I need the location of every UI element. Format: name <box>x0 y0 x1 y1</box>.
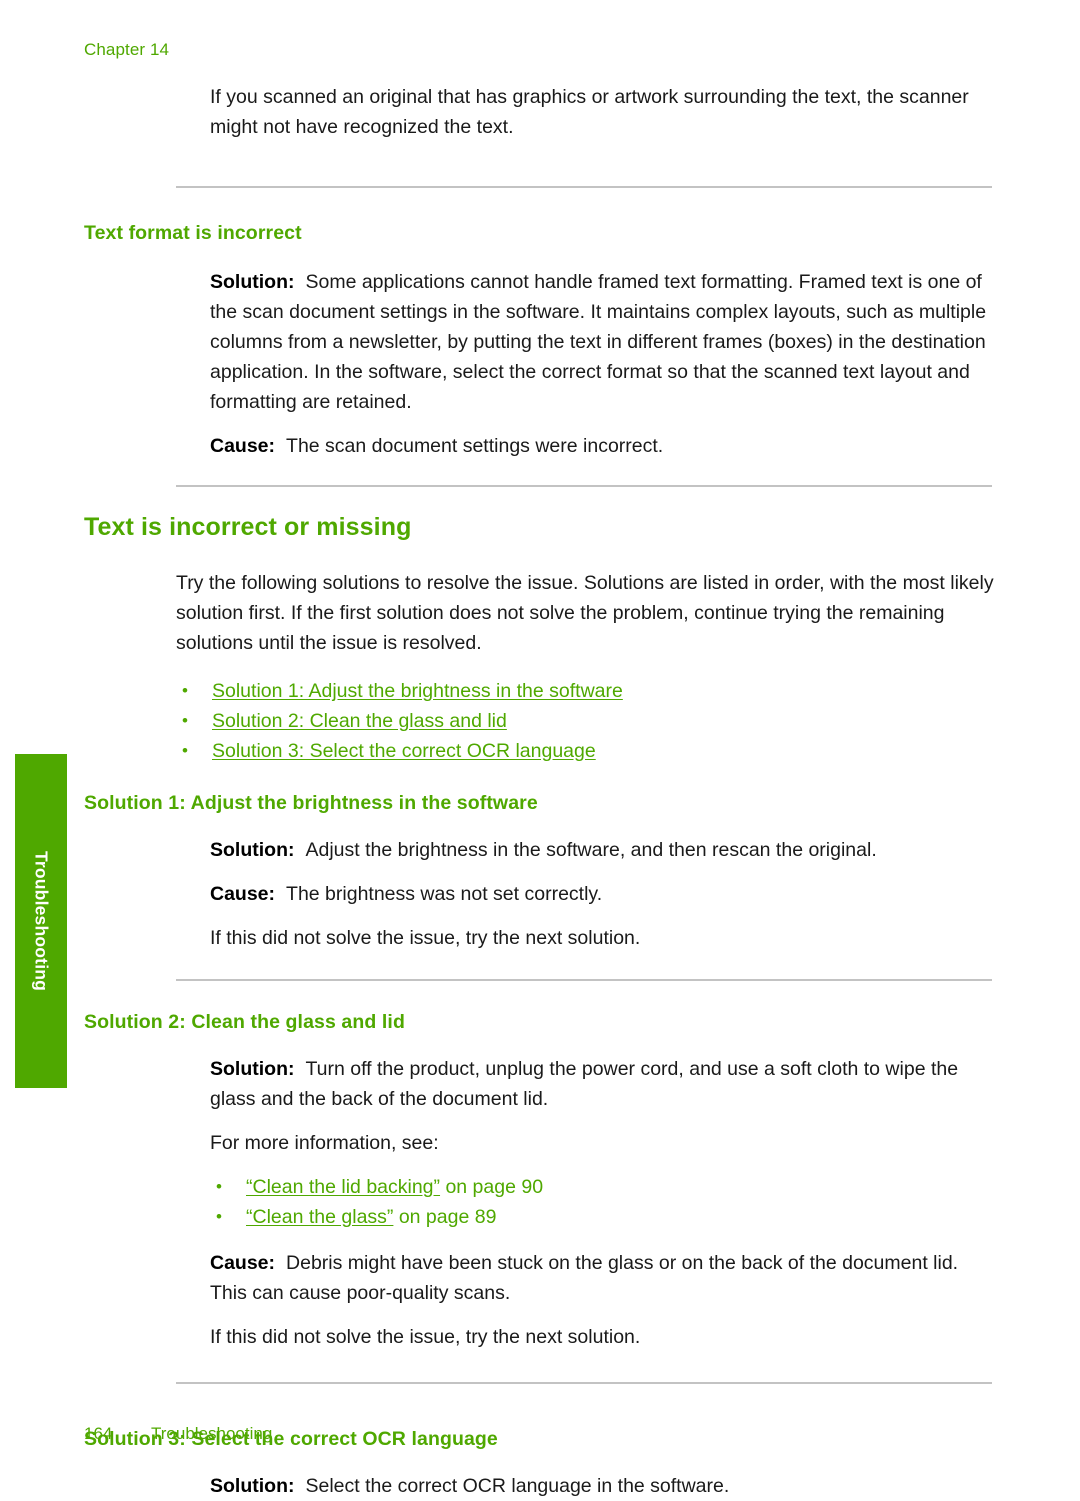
link-clean-the-glass[interactable]: “Clean the glass” <box>246 1206 393 1228</box>
solution-label: Solution: <box>210 1058 295 1080</box>
solution2-more-info: For more information, see: <box>210 1132 439 1154</box>
reference-links-list: “Clean the lid backing” on page 90 “Clea… <box>210 1172 996 1232</box>
solution1-solution-paragraph: Solution: Adjust the brightness in the so… <box>210 835 996 865</box>
list-item: Solution 3: Select the correct OCR langu… <box>176 736 996 766</box>
solution3-solution-paragraph: Solution: Select the correct OCR language… <box>210 1471 996 1501</box>
list-item: Solution 1: Adjust the brightness in the… <box>176 676 996 706</box>
side-tab-troubleshooting: Troubleshooting <box>15 754 67 1088</box>
chapter-header: Chapter 14 <box>84 40 170 59</box>
cause-text: Debris might have been stuck on the glas… <box>210 1252 959 1304</box>
list-item: Solution 2: Clean the glass and lid <box>176 706 996 736</box>
cause-text: The scan document settings were incorrec… <box>286 435 664 457</box>
heading-solution-2: Solution 2: Clean the glass and lid <box>84 1011 405 1033</box>
text-format-cause-paragraph: Cause: The scan document settings were in… <box>210 431 996 461</box>
link-clean-the-lid-backing[interactable]: “Clean the lid backing” <box>246 1176 440 1198</box>
solution-text: Turn off the product, unplug the power c… <box>210 1058 959 1110</box>
link-solution-2[interactable]: Solution 2: Clean the glass and lid <box>212 710 507 732</box>
reference-page-1: on page 90 <box>440 1176 544 1198</box>
solution2-cause-paragraph: Cause: Debris might have been stuck on th… <box>210 1248 996 1308</box>
cause-label: Cause: <box>210 883 276 905</box>
solution-text: Select the correct OCR language in the s… <box>305 1475 730 1497</box>
solution2-solution-paragraph: Solution: Turn off the product, unplug th… <box>210 1054 996 1114</box>
solution2-next-paragraph: If this did not solve the issue, try the… <box>210 1326 641 1348</box>
solution-links-list: Solution 1: Adjust the brightness in the… <box>176 676 996 766</box>
solution-text: Adjust the brightness in the software, a… <box>305 839 877 861</box>
solution-text: Some applications cannot handle framed t… <box>210 271 987 413</box>
solution-label: Solution: <box>210 1475 295 1497</box>
side-tab-label: Troubleshooting <box>31 850 52 992</box>
solution1-cause-paragraph: Cause: The brightness was not set correct… <box>210 879 996 909</box>
list-item: “Clean the glass” on page 89 <box>210 1202 996 1232</box>
page-footer: 164 Troubleshooting <box>84 1424 272 1444</box>
solution-label: Solution: <box>210 271 295 293</box>
main-section-intro: Try the following solutions to resolve t… <box>176 572 994 654</box>
heading-text-format-incorrect: Text format is incorrect <box>84 222 302 244</box>
document-page: Chapter 14 Troubleshooting If you scanne… <box>0 0 1080 1497</box>
heading-solution-1: Solution 1: Adjust the brightness in the… <box>84 792 538 814</box>
footer-page-number: 164 <box>84 1424 113 1443</box>
reference-page-2: on page 89 <box>393 1206 497 1228</box>
solution-label: Solution: <box>210 839 295 861</box>
footer-section-name: Troubleshooting <box>151 1424 273 1443</box>
intro-paragraph: If you scanned an original that has grap… <box>210 86 969 138</box>
heading-text-incorrect-or-missing: Text is incorrect or missing <box>84 513 412 541</box>
content-column: If you scanned an original that has grap… <box>84 82 996 1501</box>
cause-text: The brightness was not set correctly. <box>286 883 603 905</box>
link-solution-1[interactable]: Solution 1: Adjust the brightness in the… <box>212 680 623 702</box>
cause-label: Cause: <box>210 435 276 457</box>
list-item: “Clean the lid backing” on page 90 <box>210 1172 996 1202</box>
solution1-next-paragraph: If this did not solve the issue, try the… <box>210 927 641 949</box>
text-format-solution-paragraph: Solution: Some applications cannot handle… <box>210 267 996 417</box>
cause-label: Cause: <box>210 1252 276 1274</box>
link-solution-3[interactable]: Solution 3: Select the correct OCR langu… <box>212 740 596 762</box>
